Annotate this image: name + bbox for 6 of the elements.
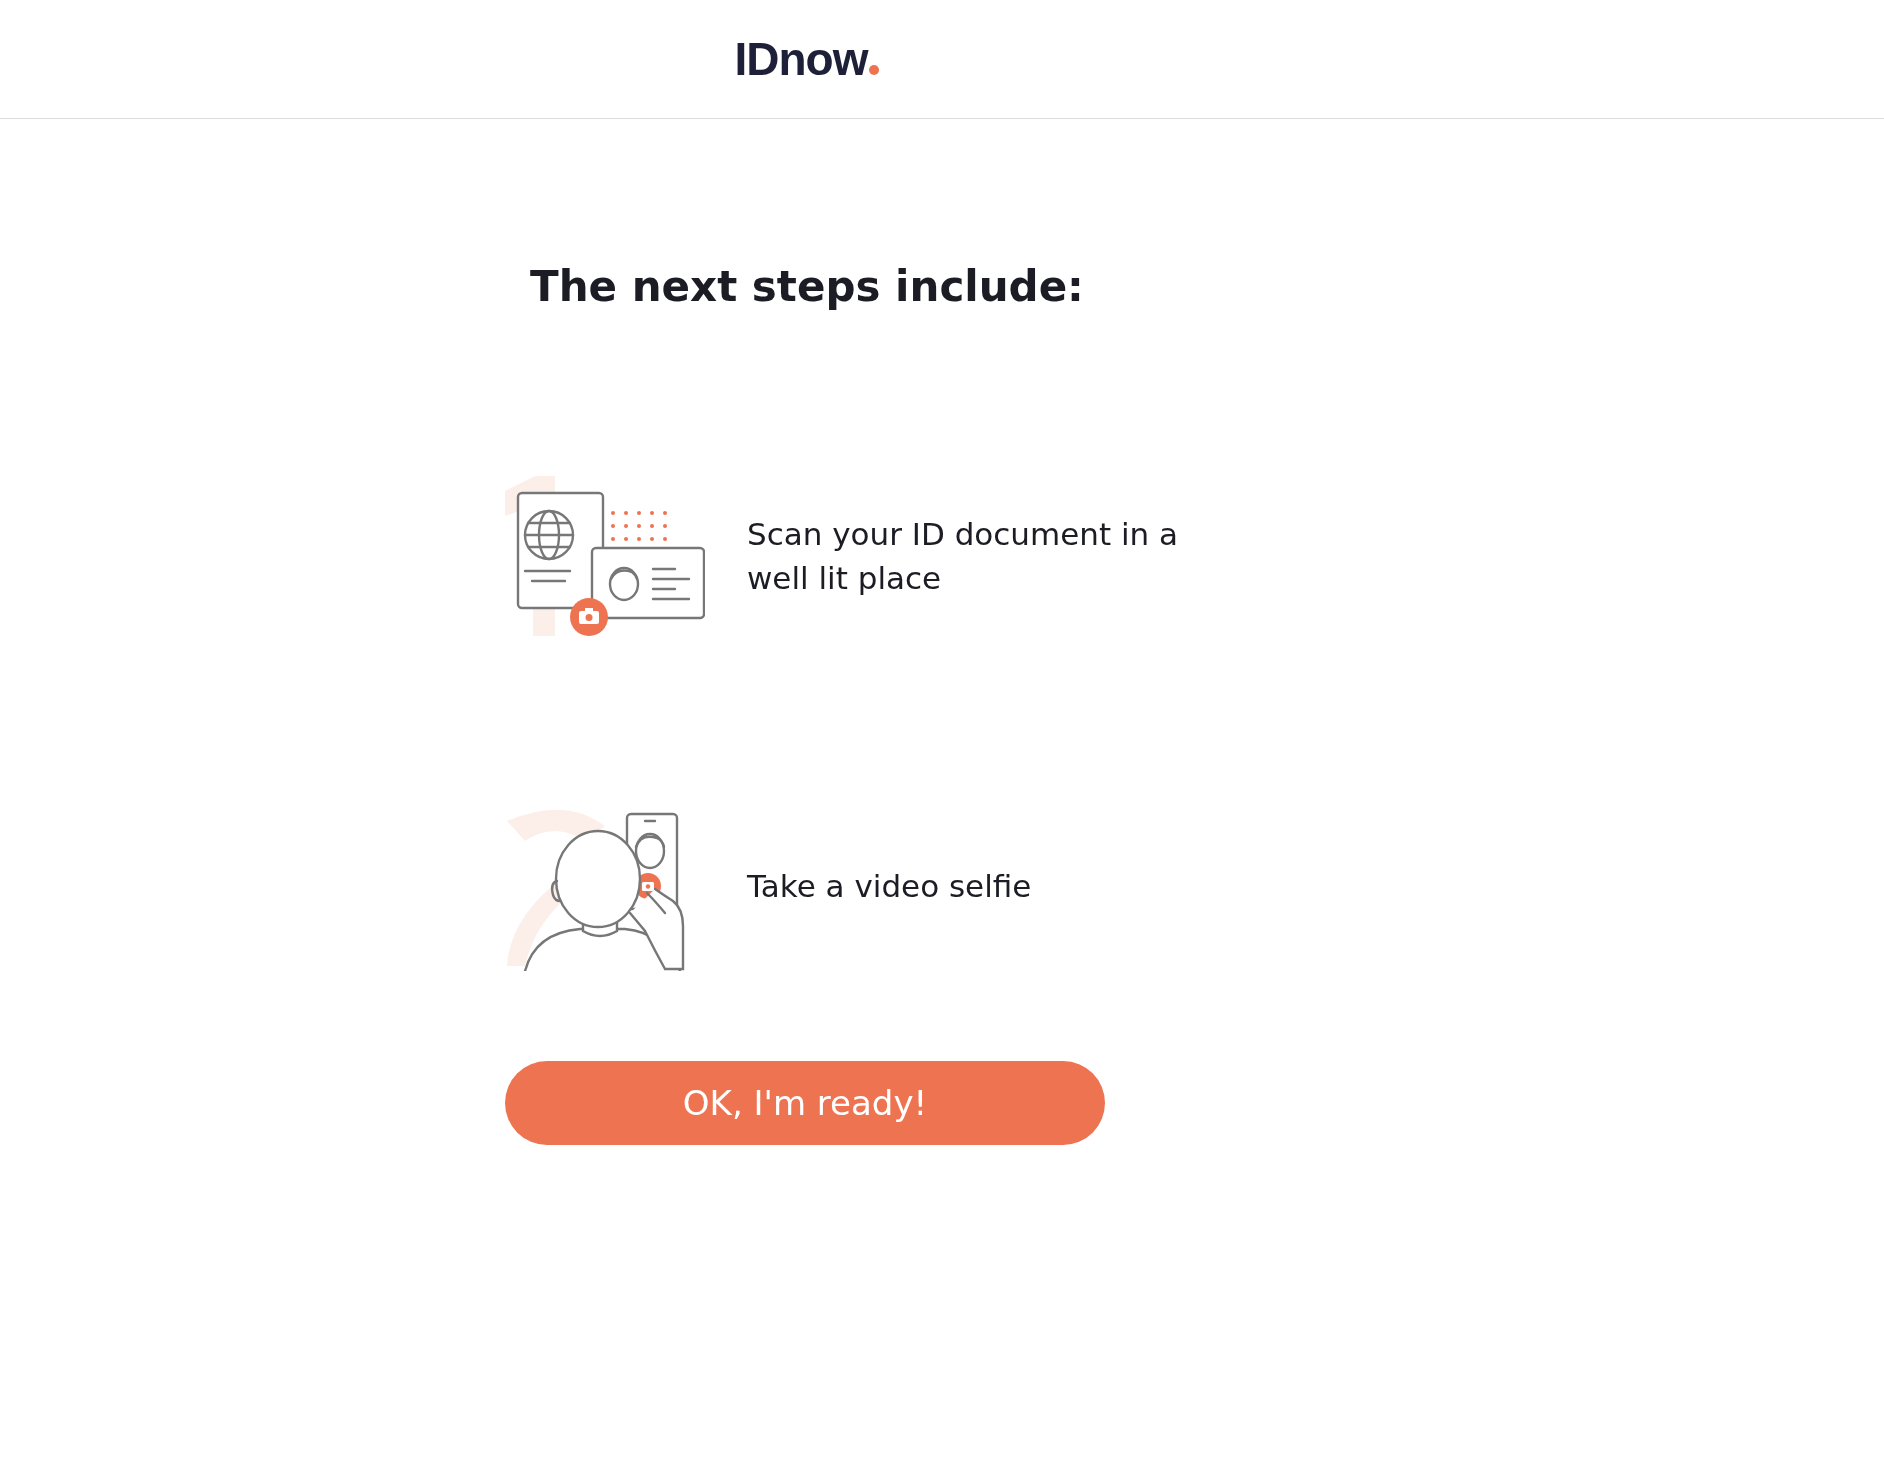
- logo-dot-icon: [869, 65, 880, 75]
- step-description: Scan your ID document in a well lit place: [747, 515, 1180, 598]
- logo: IDnow: [734, 32, 868, 86]
- step-description: Take a video selfie: [747, 867, 1033, 906]
- page-heading: The next steps include:: [530, 262, 1085, 311]
- ready-button[interactable]: OK, I'm ready!: [505, 1061, 1105, 1145]
